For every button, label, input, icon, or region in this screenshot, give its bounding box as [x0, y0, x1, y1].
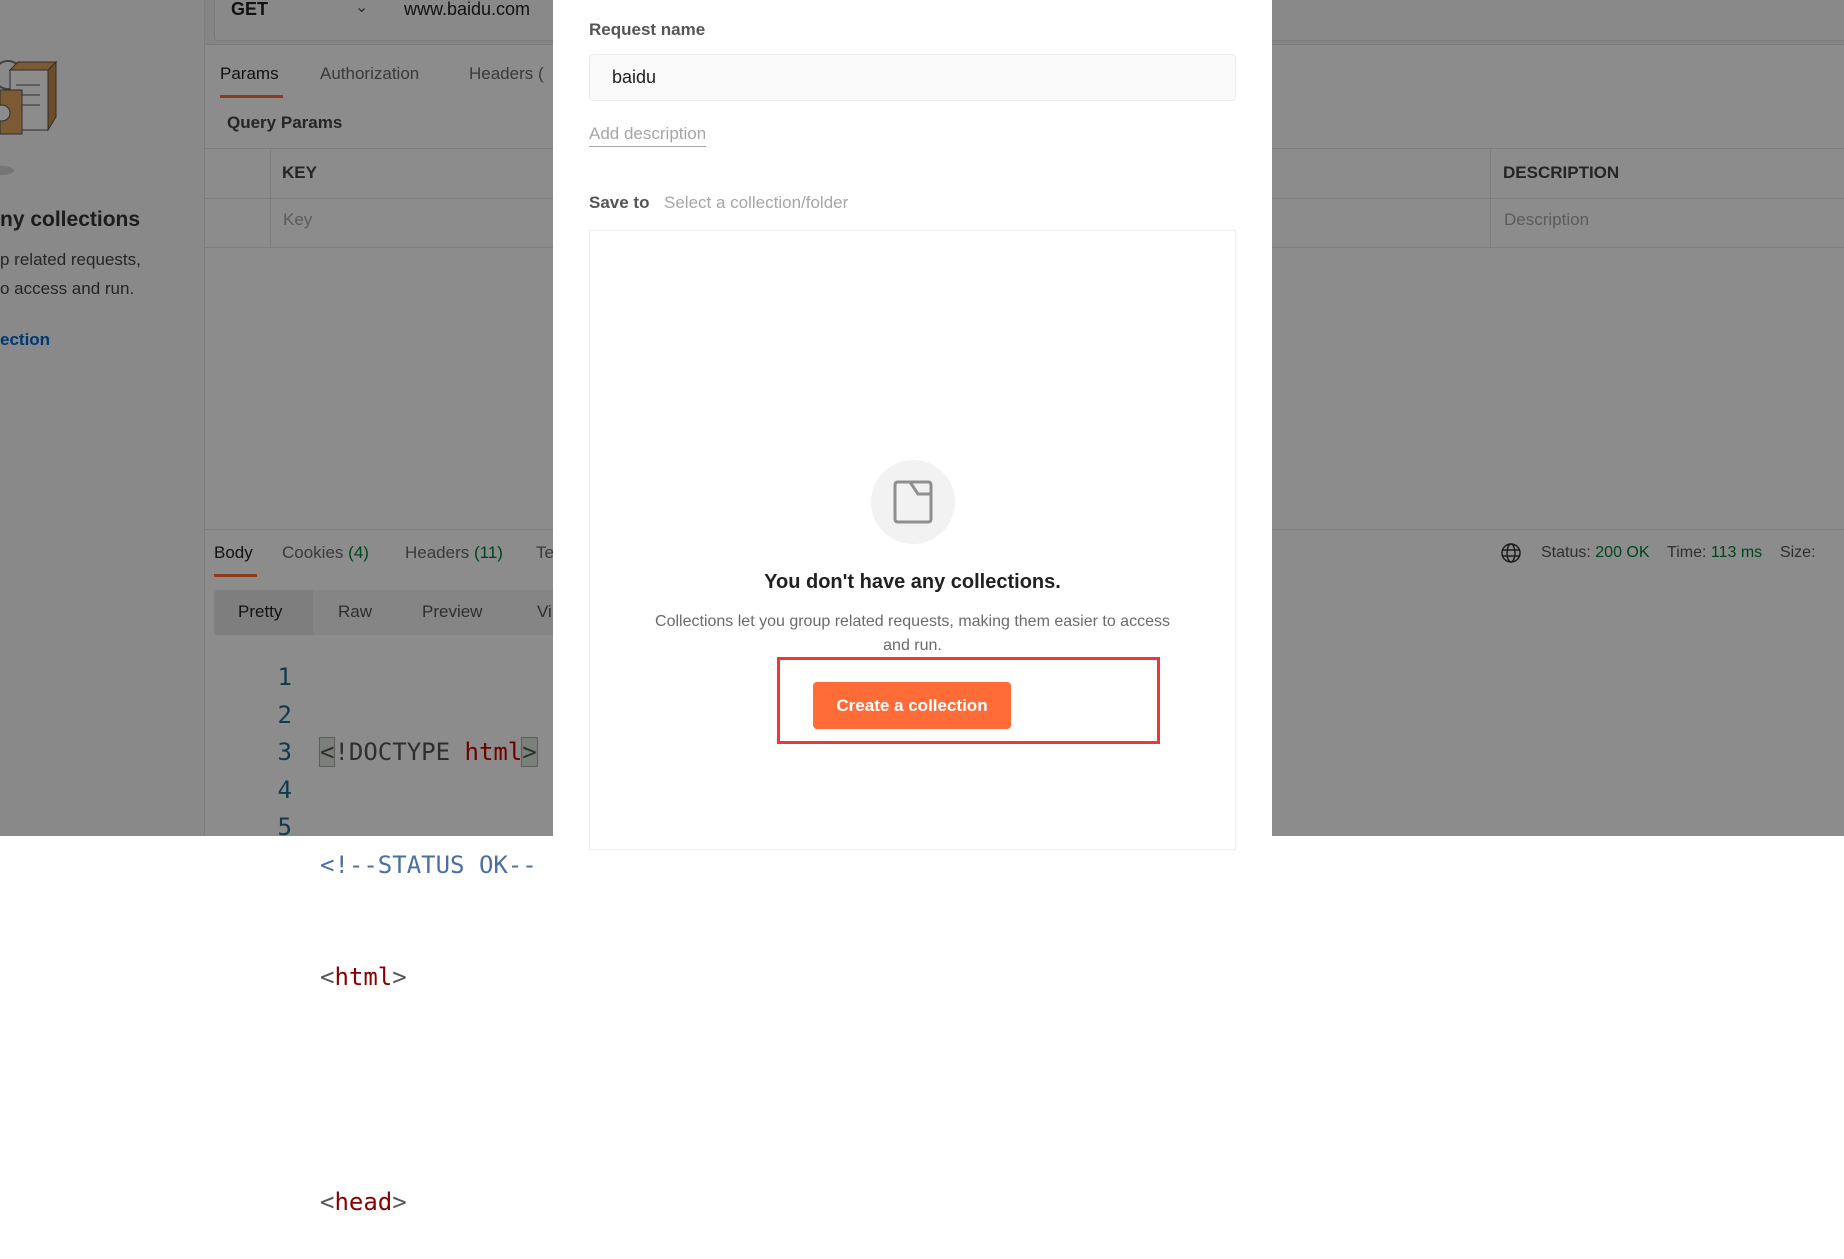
code-line: <html>	[320, 959, 537, 997]
save-to-breadcrumb[interactable]: Select a collection/folder	[664, 193, 848, 213]
code-token: html	[334, 963, 393, 991]
empty-state-description: and run.	[883, 637, 942, 654]
create-collection-button[interactable]: Create a collection	[813, 682, 1011, 729]
empty-state-description: Collections let you group related reques…	[655, 613, 1170, 630]
collection-picker: You don't have any collections. Collecti…	[589, 230, 1236, 850]
code-token: <	[320, 1188, 335, 1216]
code-token: <	[320, 963, 335, 991]
code-token: head	[334, 1188, 393, 1216]
request-name-value: baidu	[612, 67, 657, 87]
empty-state-title: You don't have any collections.	[764, 571, 1061, 593]
save-request-modal: Request name baidu Add description Save …	[553, 0, 1272, 850]
save-to-label: Save to	[589, 193, 650, 212]
code-line: <!--STATUS OK--	[320, 850, 537, 879]
code-line: <head>	[320, 1184, 537, 1222]
code-token: >	[392, 963, 407, 991]
code-token: >	[392, 1188, 407, 1216]
add-description-link[interactable]: Add description	[589, 124, 707, 147]
file-icon	[893, 480, 933, 524]
empty-state-icon-bg	[871, 460, 955, 544]
request-name-input[interactable]: baidu	[589, 54, 1236, 101]
request-name-label: Request name	[589, 20, 706, 39]
